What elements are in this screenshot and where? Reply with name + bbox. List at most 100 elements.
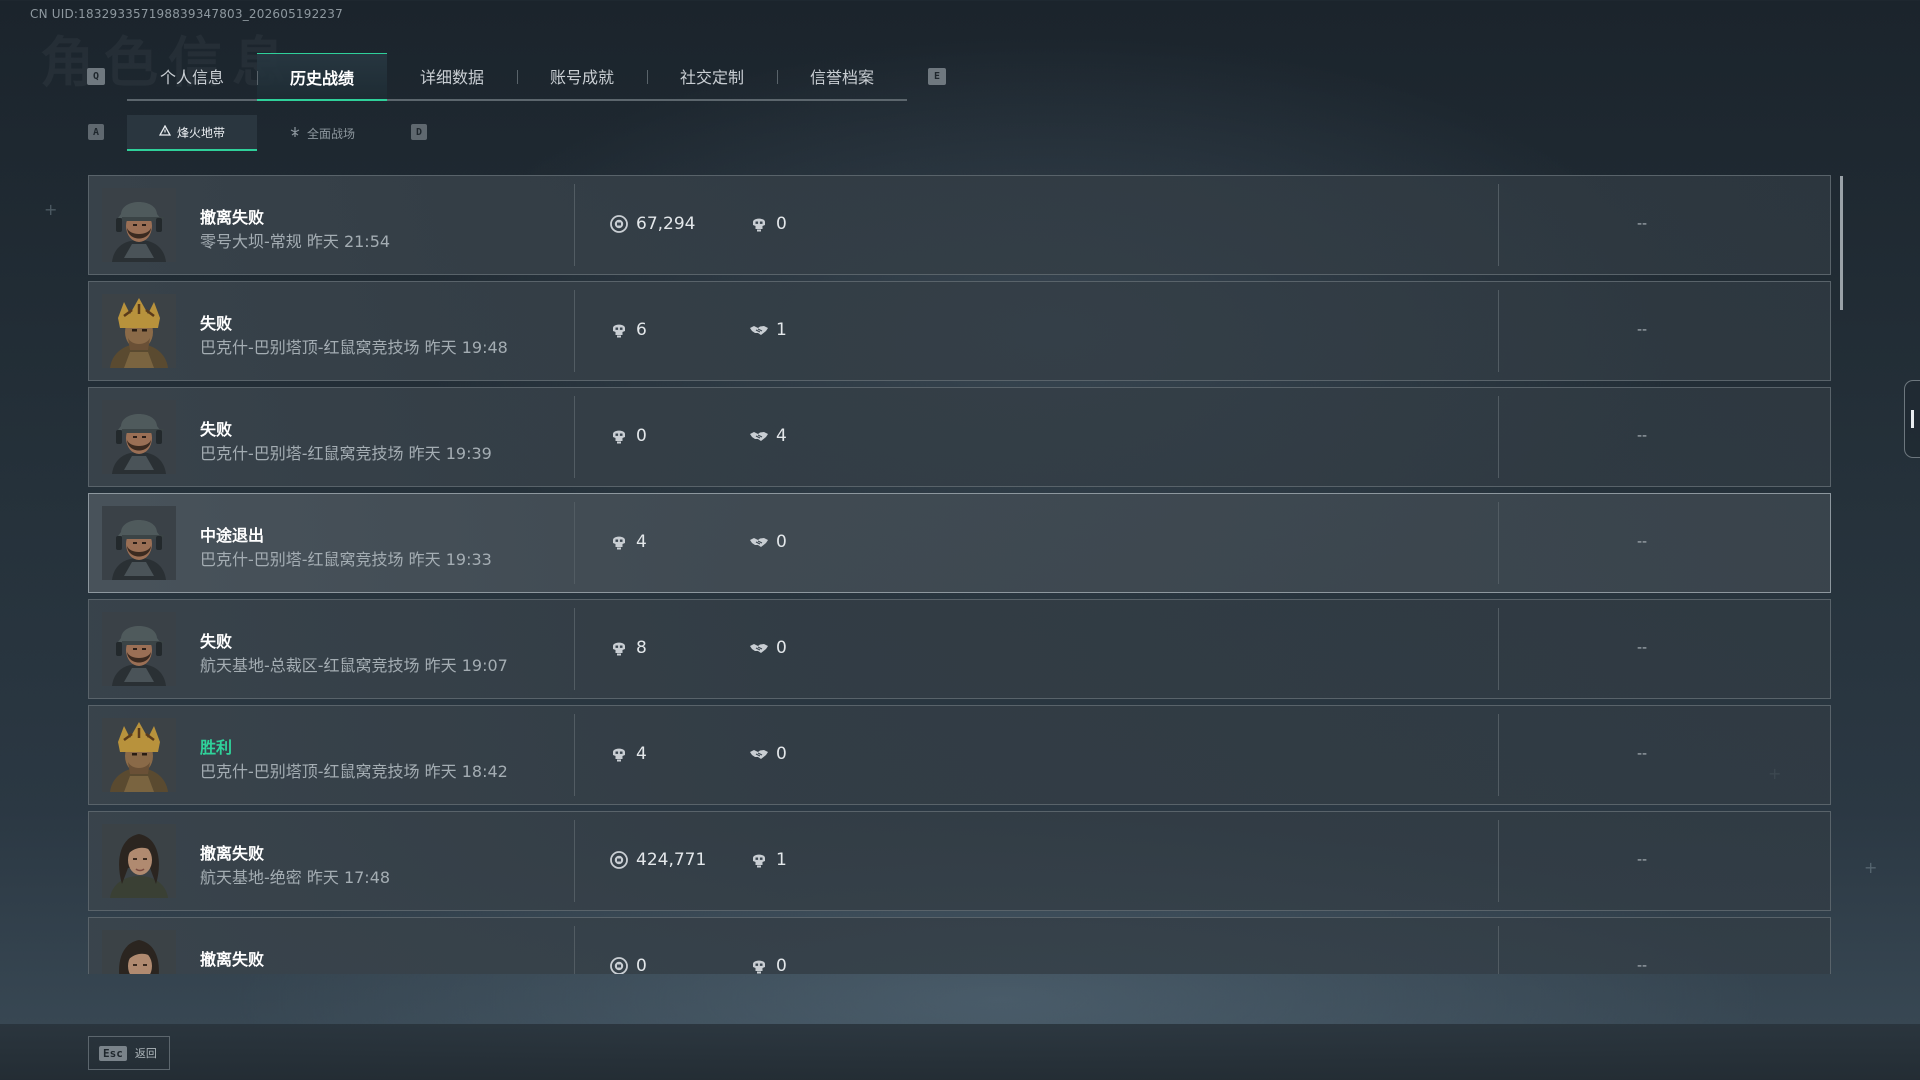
match-result: 中途退出 [200, 526, 265, 545]
match-record-row[interactable]: 失败 巴克什-巴别塔-红鼠窝竞技场 昨天 19:39 0 4 -- [88, 387, 1831, 487]
prev-subtab-key[interactable]: A [88, 124, 104, 140]
row-divider [574, 184, 575, 266]
stat-value: 1 [776, 850, 787, 870]
back-button[interactable]: Esc 返回 [88, 1036, 170, 1070]
match-score: -- [1637, 322, 1648, 338]
next-subtab-key[interactable]: D [411, 124, 427, 140]
operator-avatar [102, 824, 176, 898]
value-coin-icon [609, 956, 629, 974]
match-result: 撤离失败 [200, 844, 265, 863]
stat-value: 6 [636, 320, 647, 340]
subtab-label: 全面战场 [306, 126, 355, 141]
tab-social-custom[interactable]: 社交定制 [647, 53, 777, 99]
match-score: -- [1637, 534, 1648, 550]
tab-reputation[interactable]: 信誉档案 [777, 53, 907, 99]
primary-stat: 0 [609, 426, 647, 446]
tab-match-history[interactable]: 历史战绩 [257, 53, 387, 101]
stat-value: 0 [776, 532, 787, 552]
match-detail: 巴克什-巴别塔-红鼠窝竞技场 昨天 19:33 [200, 550, 492, 569]
assist-handshake-icon [749, 532, 769, 552]
subtab-hazard-zone[interactable]: 烽火地带 [127, 115, 257, 151]
crosshair-deco-icon: + [1864, 858, 1878, 877]
match-result: 撤离失败 [200, 208, 265, 227]
row-divider [574, 714, 575, 796]
battlefield-icon [289, 126, 301, 141]
row-divider [574, 820, 575, 902]
row-divider [1498, 820, 1499, 902]
operator-avatar [102, 400, 176, 474]
match-score: -- [1637, 746, 1648, 762]
secondary-stat: 0 [749, 214, 787, 234]
row-divider [574, 608, 575, 690]
tab-achievements[interactable]: 账号成就 [517, 53, 647, 99]
secondary-stat: 0 [749, 956, 787, 974]
operator-avatar [102, 930, 176, 974]
secondary-stat: 1 [749, 320, 787, 340]
subtab-battlefield[interactable]: 全面战场 [257, 115, 387, 151]
match-detail: 零号大坝-常规 昨天 21:54 [200, 232, 391, 251]
stat-value: 0 [636, 956, 647, 974]
value-coin-icon [609, 214, 629, 234]
operator-avatar [102, 506, 176, 580]
side-panel-handle[interactable] [1904, 380, 1920, 458]
assist-handshake-icon [749, 638, 769, 658]
row-divider [1498, 502, 1499, 584]
primary-stat: 424,771 [609, 850, 706, 870]
match-record-row[interactable]: 撤离失败 零号大坝-常规 昨天 21:54 67,294 0 -- [88, 175, 1831, 275]
assist-handshake-icon [749, 744, 769, 764]
next-tab-key[interactable]: E [928, 68, 946, 85]
tab-detailed-data[interactable]: 详细数据 [387, 53, 517, 99]
stat-value: 0 [776, 638, 787, 658]
kill-skull-icon [749, 850, 769, 870]
kill-skull-icon [609, 426, 629, 446]
match-record-row[interactable]: 撤离失败航天基地-绝密 昨天 17:48 424,771 1 -- [88, 811, 1831, 911]
stat-value: 0 [776, 956, 787, 974]
stat-value: 0 [776, 744, 787, 764]
kill-skull-icon [609, 744, 629, 764]
match-record-row[interactable]: 失败 巴克什-巴别塔顶-红鼠窝竞技场 昨天 19:48 6 1 -- [88, 281, 1831, 381]
match-score: -- [1637, 958, 1648, 974]
value-coin-icon [609, 850, 629, 870]
match-detail: 航天基地-绝密 昨天 17:48 [200, 868, 391, 887]
match-detail: 航天基地-绝密 昨天 17:13 [200, 970, 390, 974]
match-result: 失败 [200, 420, 233, 439]
stat-value: 4 [636, 532, 647, 552]
stat-value: 0 [776, 214, 787, 234]
kill-skull-icon [609, 532, 629, 552]
match-score: -- [1637, 852, 1648, 868]
row-divider [574, 290, 575, 372]
row-divider [1498, 290, 1499, 372]
row-divider [574, 926, 575, 974]
list-scrollbar[interactable] [1840, 176, 1843, 310]
match-record-row[interactable]: 胜利 巴克什-巴别塔顶-红鼠窝竞技场 昨天 18:42 4 0 -- [88, 705, 1831, 805]
stat-value: 4 [776, 426, 787, 446]
prev-tab-key[interactable]: Q [87, 68, 105, 85]
sub-tab-bar: 烽火地带 全面战场 [127, 115, 387, 151]
crosshair-deco-icon: + [44, 200, 58, 219]
primary-stat: 8 [609, 638, 647, 658]
stat-value: 0 [636, 426, 647, 446]
tab-personal-info[interactable]: 个人信息 [127, 53, 257, 99]
kill-skull-icon [609, 638, 629, 658]
row-divider [1498, 184, 1499, 266]
primary-stat: 4 [609, 744, 647, 764]
stat-value: 1 [776, 320, 787, 340]
match-record-row[interactable]: 撤离失败航天基地-绝密 昨天 17:13 0 0 -- [88, 917, 1831, 974]
operator-avatar [102, 188, 176, 262]
stat-value: 4 [636, 744, 647, 764]
match-result: 胜利 [200, 738, 233, 757]
secondary-stat: 0 [749, 532, 787, 552]
kill-skull-icon [609, 320, 629, 340]
row-divider [574, 396, 575, 478]
primary-stat: 0 [609, 956, 647, 974]
match-record-row[interactable]: 失败 航天基地-总裁区-红鼠窝竞技场 昨天 19:07 8 0 -- [88, 599, 1831, 699]
match-history-list[interactable]: 撤离失败 零号大坝-常规 昨天 21:54 67,294 0 -- 失败 巴克什-巴别塔顶… [88, 175, 1832, 974]
match-record-row[interactable]: 中途退出巴克什-巴别塔-红鼠窝竞技场 昨天 19:33 4 0 -- [88, 493, 1831, 593]
operator-avatar [102, 718, 176, 792]
assist-handshake-icon [749, 426, 769, 446]
stat-value: 424,771 [636, 850, 707, 870]
row-divider [1498, 926, 1499, 974]
back-label: 返回 [134, 1047, 157, 1060]
primary-stat: 4 [609, 532, 647, 552]
row-divider [1498, 396, 1499, 478]
